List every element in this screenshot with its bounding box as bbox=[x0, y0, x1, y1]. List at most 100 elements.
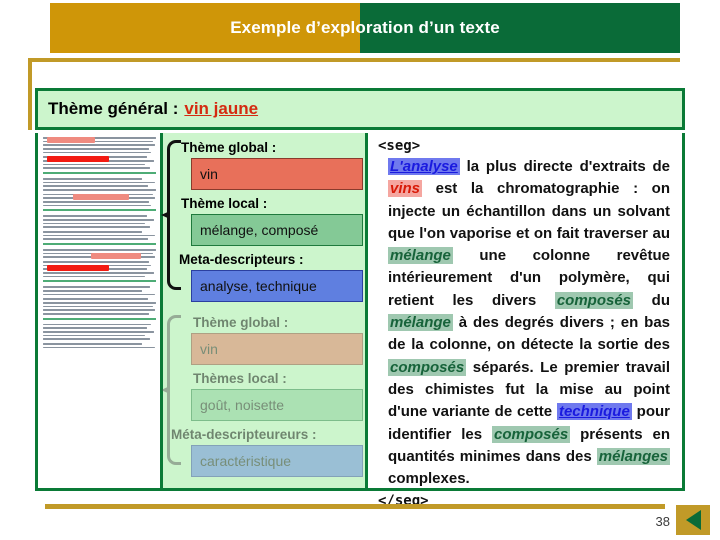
meta-descriptors-caption: Méta-descripteureurs : bbox=[171, 427, 317, 442]
theme-local-chip[interactable]: mélange, composé bbox=[191, 214, 363, 246]
thumbnail-paragraph bbox=[43, 193, 156, 207]
thumbnail-text-line bbox=[43, 298, 149, 300]
thumbnail-separator bbox=[43, 280, 156, 283]
thumbnail-text-line bbox=[43, 178, 143, 180]
thumbnail-text-line bbox=[43, 238, 149, 240]
thumbnail-text-line bbox=[43, 148, 150, 150]
highlight-green[interactable]: composés bbox=[388, 358, 467, 376]
thumbnail-text-line bbox=[43, 226, 151, 228]
segment-text-run: la plus directe d'extraits de bbox=[459, 158, 670, 175]
thumbnail-text-line bbox=[43, 234, 155, 237]
highlight-green[interactable]: composés bbox=[554, 291, 634, 309]
thumbnail-paragraph bbox=[43, 137, 156, 154]
thumbnail-text-line bbox=[43, 286, 151, 288]
thumbnail-text-line bbox=[43, 323, 152, 326]
main-content-frame: Thème global : vin Thème local : mélange… bbox=[35, 133, 685, 509]
footer-rule bbox=[45, 504, 665, 509]
theme-general-label: Thème général : bbox=[48, 99, 179, 118]
gold-rule-left bbox=[28, 58, 32, 130]
theme-general-box: Thème général : vin jaune bbox=[35, 88, 685, 130]
highlight-green[interactable]: mélange bbox=[388, 314, 453, 332]
thumbnail-text-line bbox=[43, 342, 143, 345]
thumbnail-text-line bbox=[43, 248, 156, 251]
thumbnail-paragraph bbox=[43, 260, 156, 278]
thumbnail-paragraph bbox=[43, 286, 156, 296]
thumbnail-text-line bbox=[43, 301, 156, 304]
theme-global-chip[interactable]: vin bbox=[191, 333, 363, 365]
thumbnail-text-line bbox=[43, 144, 155, 146]
thumbnail-text-line bbox=[43, 219, 154, 221]
thumbnail-paragraph bbox=[43, 323, 156, 340]
theme-global-chip[interactable]: vin bbox=[191, 158, 363, 190]
thumbnail-text-line bbox=[43, 215, 147, 217]
meta-descriptors-chip[interactable]: analyse, technique bbox=[191, 270, 363, 302]
thumbnail-text-line bbox=[43, 151, 152, 154]
thumbnail-text-line bbox=[43, 293, 155, 296]
thumbnail-paragraph bbox=[43, 215, 156, 228]
theme-global-caption: Thème global : bbox=[193, 315, 289, 330]
curly-brace-icon bbox=[167, 315, 181, 465]
thumbnail-text-line bbox=[43, 312, 150, 315]
thumbnail-text-line bbox=[43, 230, 143, 233]
thumbnail-paragraph bbox=[43, 248, 156, 259]
thumbnail-paragraph bbox=[43, 156, 156, 169]
thumbnail-separator bbox=[43, 317, 156, 320]
thumbnail-text-line bbox=[43, 167, 151, 169]
thumbnail-highlight bbox=[47, 264, 109, 271]
thumbnail-text-line bbox=[43, 189, 156, 191]
segment-text-panel: <seg> L'analyse la plus directe d'extrai… bbox=[368, 133, 682, 509]
highlight-green[interactable]: mélange bbox=[388, 247, 453, 265]
thumbnail-text-line bbox=[43, 222, 145, 225]
theme-local-caption: Thèmes local : bbox=[193, 371, 287, 386]
thumbnail-highlight bbox=[47, 137, 95, 143]
highlight-green[interactable]: mélanges bbox=[596, 447, 670, 465]
highlight-blue[interactable]: technique bbox=[556, 403, 632, 421]
previous-slide-button[interactable] bbox=[676, 505, 710, 535]
thumbnail-separator bbox=[43, 209, 156, 212]
thumbnail-text-line bbox=[43, 163, 145, 166]
theme-local-caption: Thème local : bbox=[181, 196, 268, 211]
thumbnail-text-line bbox=[43, 185, 149, 187]
thumbnail-separator bbox=[43, 172, 156, 174]
thumbnail-highlight bbox=[91, 252, 141, 259]
gold-rule-top bbox=[28, 58, 680, 62]
curly-brace-icon bbox=[167, 140, 181, 290]
thumbnail-text-line bbox=[43, 309, 155, 311]
thumbnail-text-line bbox=[43, 334, 145, 337]
thumbnail-text-line bbox=[43, 181, 155, 184]
theme-general-value: vin jaune bbox=[184, 99, 259, 118]
meta-descriptors-chip[interactable]: caractéristique bbox=[191, 445, 363, 477]
thumbnail-text-line bbox=[43, 271, 154, 274]
segment-text-run: complexes. bbox=[388, 470, 470, 488]
thumbnail-text-line bbox=[43, 327, 147, 329]
thumbnail-paragraph bbox=[43, 342, 156, 349]
thumbnail-text-line bbox=[43, 289, 143, 292]
slide-title: Exemple d’exploration d’un texte bbox=[230, 18, 500, 37]
thumbnail-text-line bbox=[43, 275, 145, 278]
thumbnail-highlight bbox=[47, 156, 109, 163]
highlight-green[interactable]: composés bbox=[491, 425, 571, 443]
thumbnail-text-line bbox=[43, 260, 150, 263]
segment-text-run: du bbox=[633, 291, 670, 309]
segment-text-run: est la chromatographie : on injecte un é… bbox=[388, 180, 670, 242]
highlight-red[interactable]: vins bbox=[388, 180, 423, 198]
thumbnail-highlight bbox=[73, 193, 129, 200]
highlight-blue[interactable]: L'analyse bbox=[388, 158, 460, 175]
thumbnail-text-line bbox=[43, 305, 153, 308]
theme-groups-panel: Thème global : vin Thème local : mélange… bbox=[163, 133, 368, 488]
thumbnail-paragraph bbox=[43, 178, 156, 191]
thumbnail-separator bbox=[43, 242, 156, 245]
thumbnail-paragraph bbox=[43, 298, 156, 315]
seg-open-tag: <seg> bbox=[378, 138, 421, 154]
page-number: 38 bbox=[655, 514, 670, 529]
thumbnail-text-line bbox=[43, 201, 150, 203]
thumbnail-text-line bbox=[43, 338, 151, 340]
theme-local-chip[interactable]: goût, noisette bbox=[191, 389, 363, 421]
meta-descriptors-caption: Meta-descripteurs : bbox=[179, 252, 304, 267]
thumbnail-text-line bbox=[43, 346, 155, 349]
thumbnail-text-line bbox=[43, 204, 152, 207]
document-thumbnail-panel[interactable] bbox=[38, 133, 163, 488]
thumbnail-text-line bbox=[43, 330, 154, 333]
thumbnail-paragraph bbox=[43, 230, 156, 240]
triangle-left-icon bbox=[685, 510, 701, 530]
